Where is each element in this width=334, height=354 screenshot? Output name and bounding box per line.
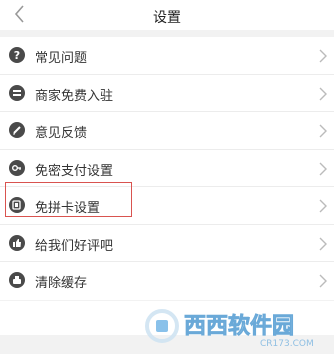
store-icon bbox=[9, 84, 25, 101]
settings-item-label: 免密支付设置 bbox=[35, 163, 114, 179]
settings-item-label: 清除缓存 bbox=[35, 276, 88, 291]
settings-item-merchant[interactable]: 商家免费入驻 bbox=[0, 75, 334, 112]
chevron-right-icon bbox=[319, 237, 327, 250]
settings-item-label: 商家免费入驻 bbox=[35, 88, 114, 104]
chevron-right-icon bbox=[319, 274, 327, 288]
chevron-right-icon bbox=[319, 87, 327, 100]
watermark-logo: 西西软件园 CR173.COM bbox=[145, 309, 314, 349]
page-title: 设置 bbox=[153, 10, 181, 26]
settings-item-clear-cache[interactable]: 清除缓存 bbox=[0, 262, 334, 300]
chevron-right-icon bbox=[319, 199, 327, 213]
settings-item-feedback[interactable]: 意见反馈 bbox=[0, 112, 334, 150]
settings-item-label: 常见问题 bbox=[35, 51, 88, 66]
watermark-subtext: CR173.COM bbox=[260, 339, 314, 349]
question-icon: ? bbox=[9, 47, 25, 63]
settings-item-label: 给我们好评吧 bbox=[35, 238, 114, 254]
highlight-box bbox=[5, 182, 132, 217]
settings-item-faq[interactable]: ? 常见问题 bbox=[0, 37, 334, 75]
settings-list: ? 常见问题 商家免费入驻 意见反馈 免密支付设置 免拼卡设置 给我们好评吧 清… bbox=[0, 37, 334, 300]
thumb-up-icon bbox=[9, 234, 25, 251]
clean-icon bbox=[9, 272, 25, 288]
svg-text:?: ? bbox=[14, 49, 20, 62]
edit-icon bbox=[9, 122, 25, 138]
chevron-right-icon bbox=[319, 162, 327, 175]
key-icon bbox=[9, 159, 25, 176]
settings-item-label: 意见反馈 bbox=[35, 126, 88, 141]
top-bar: 设置 bbox=[0, 0, 334, 30]
chevron-right-icon bbox=[319, 49, 327, 63]
watermark-text: 西西软件园 bbox=[184, 313, 294, 339]
settings-item-rate-us[interactable]: 给我们好评吧 bbox=[0, 225, 334, 262]
chevron-right-icon bbox=[319, 124, 327, 138]
